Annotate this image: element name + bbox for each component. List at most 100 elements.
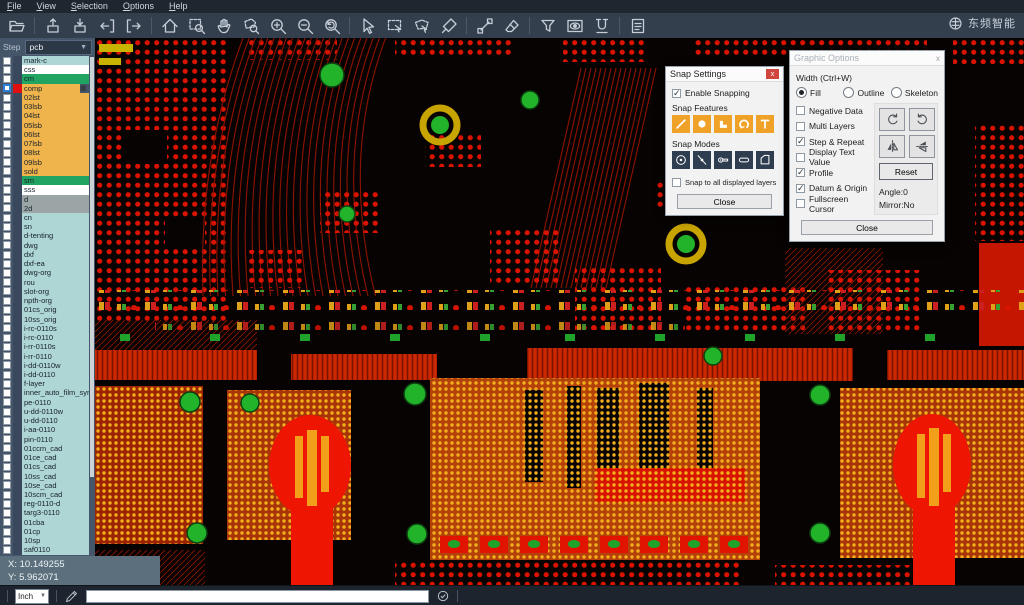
layer-color-swatch[interactable] xyxy=(13,315,22,324)
layer-color-swatch[interactable] xyxy=(13,407,22,416)
file-down-button[interactable] xyxy=(66,15,93,37)
layer-color-swatch[interactable] xyxy=(13,111,22,120)
layer-visibility-checkbox[interactable] xyxy=(0,407,13,416)
apply-command-icon[interactable] xyxy=(436,589,450,603)
layer-color-swatch[interactable] xyxy=(13,121,22,130)
layer-row-dxf-ea[interactable]: dxf-ea xyxy=(0,259,89,268)
layer-visibility-checkbox[interactable] xyxy=(0,462,13,471)
layer-visibility-checkbox[interactable] xyxy=(0,241,13,250)
reset-button[interactable]: Reset xyxy=(879,163,933,180)
layer-visibility-checkbox[interactable] xyxy=(0,425,13,434)
eraser-button[interactable] xyxy=(498,15,525,37)
layer-color-swatch[interactable] xyxy=(13,462,22,471)
layer-color-swatch[interactable] xyxy=(13,444,22,453)
layer-row-i-rr-0110[interactable]: i-rr-0110 xyxy=(0,352,89,361)
layer-visibility-checkbox[interactable] xyxy=(0,453,13,462)
layer-row-i-dd-0110w[interactable]: i-dd-0110w xyxy=(0,361,89,370)
command-input[interactable] xyxy=(86,590,429,603)
layer-row-01cs_cad[interactable]: 01cs_cad xyxy=(0,462,89,471)
layer-visibility-checkbox[interactable] xyxy=(0,315,13,324)
layer-visibility-checkbox[interactable] xyxy=(0,379,13,388)
layer-visibility-checkbox[interactable] xyxy=(0,361,13,370)
layer-color-swatch[interactable] xyxy=(13,324,22,333)
layer-color-swatch[interactable] xyxy=(13,527,22,536)
home-button[interactable] xyxy=(156,15,183,37)
layer-color-swatch[interactable] xyxy=(13,490,22,499)
layer-row-sn[interactable]: sn xyxy=(0,222,89,231)
layer-row-d-tenting[interactable]: d-tenting xyxy=(0,231,89,240)
layer-visibility-checkbox[interactable] xyxy=(0,342,13,351)
notes-button[interactable] xyxy=(624,15,651,37)
menu-view[interactable]: View xyxy=(37,0,56,13)
layer-visibility-checkbox[interactable] xyxy=(0,259,13,268)
view-options-button[interactable] xyxy=(561,15,588,37)
menu-selection[interactable]: Selection xyxy=(71,0,108,13)
layer-visibility-checkbox[interactable] xyxy=(0,370,13,379)
units-select[interactable]: Inch ▼ xyxy=(15,589,49,604)
radio-fill[interactable]: Fill xyxy=(796,87,839,98)
layer-color-swatch[interactable] xyxy=(13,204,22,213)
layer-visibility-checkbox[interactable] xyxy=(0,167,13,176)
layer-row-04lst[interactable]: 04lst xyxy=(0,111,89,120)
layer-color-swatch[interactable] xyxy=(13,250,22,259)
layer-row-sm[interactable]: sm xyxy=(0,176,89,185)
layer-visibility-checkbox[interactable] xyxy=(0,296,13,305)
layer-row-i-rr-0110s[interactable]: i-rr-0110s xyxy=(0,342,89,351)
layer-color-swatch[interactable] xyxy=(13,425,22,434)
layer-color-swatch[interactable] xyxy=(13,259,22,268)
rotate-cw-button[interactable] xyxy=(879,108,905,131)
layer-visibility-checkbox[interactable] xyxy=(0,472,13,481)
layer-color-swatch[interactable] xyxy=(13,241,22,250)
layer-color-swatch[interactable] xyxy=(13,499,22,508)
layer-visibility-checkbox[interactable] xyxy=(0,195,13,204)
layer-visibility-checkbox[interactable] xyxy=(0,352,13,361)
layer-row-cm[interactable]: cm xyxy=(0,74,89,83)
layer-visibility-checkbox[interactable] xyxy=(0,527,13,536)
close-icon[interactable]: x xyxy=(936,54,940,63)
layer-row-i-rc-0110[interactable]: i-rc-0110 xyxy=(0,333,89,342)
layer-row-slot-org[interactable]: slot-org xyxy=(0,287,89,296)
checkbox[interactable]: ✓ xyxy=(796,137,805,146)
snap-pad-button[interactable] xyxy=(693,115,711,133)
layer-color-swatch[interactable] xyxy=(13,65,22,74)
checkbox[interactable]: ✓ xyxy=(672,89,681,98)
layer-visibility-checkbox[interactable] xyxy=(0,111,13,120)
layer-visibility-checkbox[interactable] xyxy=(0,481,13,490)
filter-button[interactable] xyxy=(534,15,561,37)
layer-color-swatch[interactable] xyxy=(13,352,22,361)
layer-row-css[interactable]: css xyxy=(0,65,89,74)
select-rect-button[interactable] xyxy=(381,15,408,37)
mode-center-button[interactable] xyxy=(672,151,690,169)
zoom-polygon-button[interactable] xyxy=(237,15,264,37)
layer-color-swatch[interactable] xyxy=(13,333,22,342)
checkbox[interactable]: ✓ xyxy=(796,168,805,177)
layer-color-swatch[interactable] xyxy=(13,195,22,204)
layer-row-targ3-0110[interactable]: targ3-0110 xyxy=(0,508,89,517)
layer-color-swatch[interactable] xyxy=(13,342,22,351)
layer-row-i-rc-0110s[interactable]: i-rc-0110s xyxy=(0,324,89,333)
layer-visibility-checkbox[interactable] xyxy=(0,333,13,342)
measure-line-button[interactable] xyxy=(471,15,498,37)
layer-visibility-checkbox[interactable] xyxy=(0,398,13,407)
close-icon[interactable]: x xyxy=(766,69,779,79)
layer-row-npth-org[interactable]: npth-org xyxy=(0,296,89,305)
layer-visibility-checkbox[interactable] xyxy=(0,444,13,453)
layer-row-10ss_cad[interactable]: 10ss_cad xyxy=(0,472,89,481)
film-icon[interactable]: ▦ xyxy=(80,84,89,93)
layer-visibility-checkbox[interactable] xyxy=(0,536,13,545)
layer-row-sss[interactable]: sss xyxy=(0,185,89,194)
layer-row-reg-0110-d[interactable]: reg-0110-d xyxy=(0,499,89,508)
layer-visibility-checkbox[interactable] xyxy=(0,65,13,74)
layer-visibility-checkbox[interactable] xyxy=(0,121,13,130)
layer-visibility-checkbox[interactable] xyxy=(0,231,13,240)
layer-visibility-checkbox[interactable] xyxy=(0,416,13,425)
layer-row-05lsb[interactable]: 05lsb xyxy=(0,121,89,130)
snap-button[interactable] xyxy=(588,15,615,37)
edit-note-icon[interactable] xyxy=(64,589,79,604)
layer-row-u-dd-0110w[interactable]: u-dd-0110w xyxy=(0,407,89,416)
layer-row-d[interactable]: d xyxy=(0,195,89,204)
layer-color-swatch[interactable] xyxy=(13,130,22,139)
layer-row-10scm_cad[interactable]: 10scm_cad xyxy=(0,490,89,499)
layer-row-10sp[interactable]: 10sp xyxy=(0,536,89,545)
checkbox[interactable] xyxy=(796,122,805,131)
